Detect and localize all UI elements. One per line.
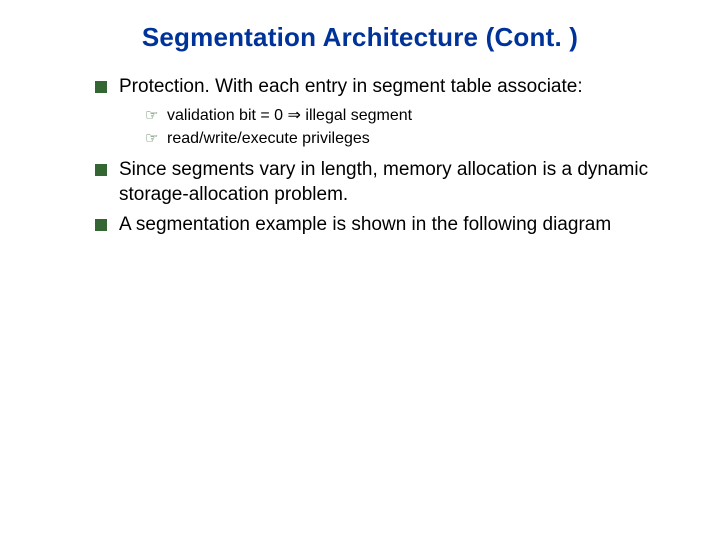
sub-list: ☞ validation bit = 0 ⇒ illegal segment ☞… xyxy=(119,104,660,150)
bullet-item: A segmentation example is shown in the f… xyxy=(95,213,660,238)
square-bullet-icon xyxy=(95,164,107,176)
bullet-item: Protection. With each entry in segment t… xyxy=(95,75,660,150)
sub-text: illegal segment xyxy=(301,107,412,124)
sub-bullet-item: ☞ read/write/execute privileges xyxy=(145,127,660,150)
bullet-text: A segmentation example is shown in the f… xyxy=(119,214,611,235)
pointer-icon: ☞ xyxy=(145,128,158,150)
pointer-icon: ☞ xyxy=(145,105,158,127)
slide: Segmentation Architecture (Cont. ) Prote… xyxy=(0,0,720,540)
sub-bullet-item: ☞ validation bit = 0 ⇒ illegal segment xyxy=(145,104,660,127)
slide-body: Protection. With each entry in segment t… xyxy=(0,75,720,238)
bullet-text: Since segments vary in length, memory al… xyxy=(119,159,648,205)
sub-text: read/write/execute privileges xyxy=(167,130,370,147)
slide-title: Segmentation Architecture (Cont. ) xyxy=(0,0,720,75)
bullet-text: Protection. With each entry in segment t… xyxy=(119,76,583,97)
square-bullet-icon xyxy=(95,81,107,93)
square-bullet-icon xyxy=(95,219,107,231)
implies-icon: ⇒ xyxy=(288,107,301,124)
bullet-item: Since segments vary in length, memory al… xyxy=(95,158,660,207)
sub-text: validation bit = 0 xyxy=(167,107,288,124)
